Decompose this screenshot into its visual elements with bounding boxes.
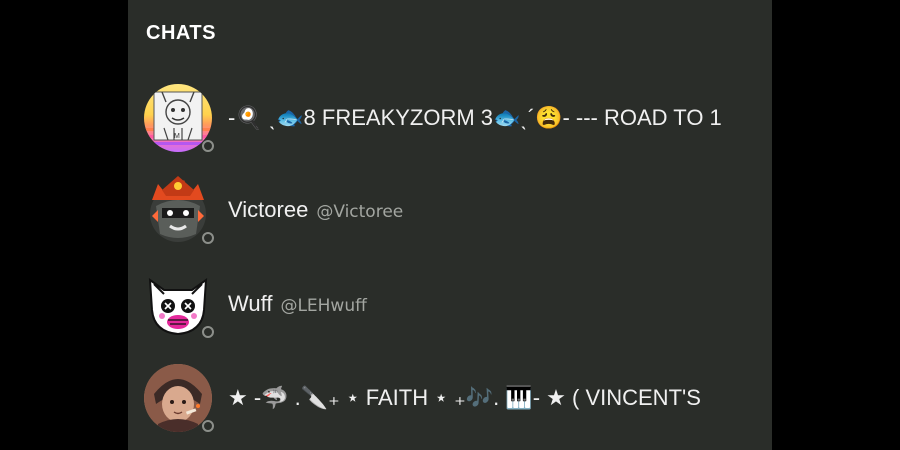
status-dot bbox=[202, 232, 214, 244]
display-name: ★ -🦈 .🔪₊ ⋆ FAITH ⋆ ₊🎶. 🎹- ★ ( VINCENT'S bbox=[228, 385, 701, 410]
chat-row[interactable]: ★ -🦈 .🔪₊ ⋆ FAITH ⋆ ₊🎶. 🎹- ★ ( VINCENT'S bbox=[128, 358, 772, 438]
display-name: -🍳 ˎ🐟8 FREAKYZORM 3🐟ˎ´😩- --- ROAD TO 1 bbox=[228, 105, 722, 130]
avatar[interactable] bbox=[144, 364, 214, 434]
chat-name-line: ★ -🦈 .🔪₊ ⋆ FAITH ⋆ ₊🎶. 🎹- ★ ( VINCENT'S bbox=[228, 384, 752, 413]
avatar[interactable]: M bbox=[144, 84, 214, 154]
avatar-image bbox=[144, 270, 212, 338]
avatar-image bbox=[144, 176, 212, 244]
chat-name-line: Victoree @Victoree bbox=[228, 196, 752, 226]
username: @Victoree bbox=[316, 202, 404, 222]
avatar-image: M bbox=[144, 84, 212, 152]
chat-row[interactable]: Wuff @LEHwuff bbox=[128, 264, 772, 344]
display-name: Wuff bbox=[228, 291, 273, 316]
chat-row[interactable]: M -🍳 ˎ🐟8 FREAKYZORM 3🐟ˎ´😩- --- ROAD TO 1 bbox=[128, 78, 772, 158]
avatar-image bbox=[144, 364, 212, 432]
chat-name-line: -🍳 ˎ🐟8 FREAKYZORM 3🐟ˎ´😩- --- ROAD TO 1 bbox=[228, 104, 752, 133]
chat-name-line: Wuff @LEHwuff bbox=[228, 290, 752, 320]
chats-panel: CHATS M -🍳 ˎ🐟8 FREAKYZORM 3🐟ˎ´😩- --- ROA… bbox=[128, 0, 772, 450]
svg-text:M: M bbox=[174, 133, 180, 140]
avatar[interactable] bbox=[144, 270, 214, 340]
display-name: Victoree bbox=[228, 197, 309, 222]
status-dot bbox=[202, 140, 214, 152]
chat-row[interactable]: Victoree @Victoree bbox=[128, 170, 772, 250]
username: @LEHwuff bbox=[280, 296, 367, 316]
status-dot bbox=[202, 420, 214, 432]
status-dot bbox=[202, 326, 214, 338]
avatar[interactable] bbox=[144, 176, 214, 246]
chats-header: CHATS bbox=[146, 22, 216, 44]
